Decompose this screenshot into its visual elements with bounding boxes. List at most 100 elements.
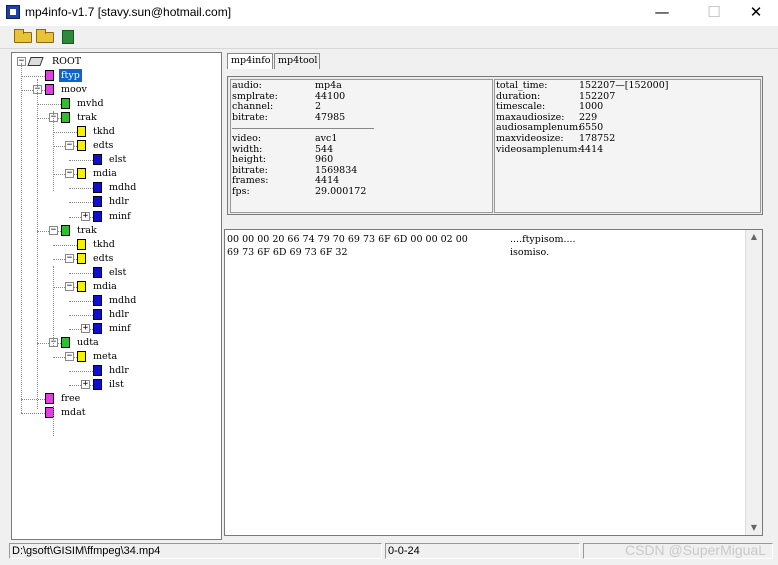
tree-node-label: hdlr (109, 196, 129, 208)
tree-node-minf[interactable]: + minf (81, 210, 201, 223)
tree-node-moov[interactable]: − moov (33, 83, 153, 96)
tree-guide (53, 111, 54, 191)
tree-node-label: trak (77, 112, 97, 124)
atom-tree[interactable]: − ROOT ftyp − moov mvhd − trak tkhd − edts elst − m… (11, 52, 222, 540)
expand-icon[interactable]: + (81, 323, 90, 333)
tree-node-trak[interactable]: − trak (49, 224, 169, 237)
atom-box-icon (77, 351, 86, 362)
tree-node-label: hdlr (109, 308, 129, 320)
atom-box-icon (77, 238, 86, 250)
info-key: total_time: (496, 80, 548, 91)
tree-node-mdat[interactable]: mdat (33, 406, 153, 419)
atom-box-icon (45, 84, 54, 96)
tree-node-mdhd[interactable]: mdhd (81, 294, 201, 307)
tree-node-label: mdia (93, 280, 117, 292)
exit-icon[interactable] (62, 30, 74, 44)
tree-node-label: moov (61, 84, 87, 96)
tree-node-label: elst (109, 266, 127, 278)
tree-node-trak[interactable]: − trak (49, 111, 169, 124)
tree-node-hdlr[interactable]: hdlr (81, 308, 201, 321)
tree-node-tkhd[interactable]: tkhd (65, 238, 185, 251)
tree-node-hdlr[interactable]: hdlr (81, 364, 201, 377)
tree-node-meta[interactable]: − meta (65, 350, 185, 363)
tree-node-mdhd[interactable]: mdhd (81, 181, 201, 194)
atom-box-icon (61, 98, 70, 110)
open-folder-icon[interactable] (36, 29, 54, 43)
tree-node-label: mvhd (77, 98, 104, 110)
tab-mp4info[interactable]: mp4info (227, 53, 273, 69)
tree-root[interactable]: − ROOT (17, 55, 117, 68)
root-icon (27, 57, 44, 66)
atom-box-icon (93, 308, 102, 320)
collapse-icon[interactable]: − (65, 253, 74, 263)
hex-bytes-line: 69 73 6F 6D 69 73 6F 32 (227, 247, 348, 258)
tree-node-label: mdhd (109, 294, 137, 306)
maximize-button[interactable]: ☐ (692, 0, 736, 26)
tree-node-edts[interactable]: − edts (65, 139, 185, 152)
tree-node-minf[interactable]: + minf (81, 322, 201, 335)
tree-node-elst[interactable]: elst (81, 266, 201, 279)
time-info-box: total_time: 152207—[152000] duration: 15220… (494, 79, 761, 213)
tree-node-tkhd[interactable]: tkhd (65, 125, 185, 138)
vertical-scrollbar[interactable]: ▲ ▼ (745, 230, 762, 535)
expand-icon[interactable]: + (81, 380, 90, 390)
tree-node-hdlr[interactable]: hdlr (81, 195, 201, 208)
atom-box-icon (77, 126, 86, 138)
tree-node-edts[interactable]: − edts (65, 252, 185, 265)
tree-node-label: trak (77, 224, 97, 236)
tree-node-ilst[interactable]: + ilst (81, 378, 201, 391)
atom-box-icon (93, 266, 102, 278)
info-value: mp4a (315, 80, 342, 91)
atom-box-icon (93, 196, 102, 208)
collapse-icon[interactable]: − (65, 281, 74, 291)
atom-box-icon (93, 365, 102, 377)
tree-node-label: edts (93, 252, 114, 264)
atom-box-icon (45, 70, 54, 81)
hex-bytes-line: 00 00 00 20 66 74 79 70 69 73 6F 6D 00 0… (227, 234, 468, 245)
collapse-icon[interactable]: − (49, 225, 58, 235)
tab-mp4tool[interactable]: mp4tool (274, 53, 320, 69)
atom-box-icon (77, 168, 86, 180)
tree-node-elst[interactable]: elst (81, 153, 201, 166)
info-key: videosamplenum: (496, 143, 581, 155)
info-value: 152207—[152000] (579, 80, 669, 91)
tree-root-label: ROOT (52, 56, 82, 67)
title-bar: mp4info-v1.7 [stavy.sun@hotmail.com] — ☐… (0, 0, 778, 26)
info-key: bitrate: (232, 111, 268, 123)
close-button[interactable]: ✕ (734, 0, 778, 26)
tree-node-free[interactable]: free (33, 392, 153, 405)
status-file-path: D:\gsoft\GISIM\ffmpeg\34.mp4 (9, 543, 382, 559)
collapse-icon[interactable]: − (65, 141, 74, 151)
scroll-up-icon[interactable]: ▲ (746, 230, 762, 244)
media-info-box: audio: mp4a smplrate: 44100 channel: 2 bitrate… (230, 79, 493, 213)
window-title: mp4info-v1.7 [stavy.sun@hotmail.com] (25, 5, 232, 19)
tree-node-label: udta (77, 336, 99, 348)
tree-guide (53, 266, 54, 346)
open-folder-icon[interactable] (14, 29, 32, 43)
info-value: 29.000172 (315, 186, 367, 197)
atom-box-icon (77, 140, 86, 152)
atom-box-icon (93, 210, 102, 222)
atom-box-icon (61, 336, 70, 348)
toolbar (0, 26, 778, 49)
watermark: CSDN @SuperMiguaL (624, 542, 766, 558)
info-key: video: (232, 133, 262, 144)
atom-box-icon (93, 154, 102, 166)
atom-box-icon (77, 280, 86, 292)
info-value: 47985 (315, 111, 346, 123)
info-value: 4414 (579, 143, 604, 155)
tree-node-label: ilst (109, 379, 124, 391)
hex-view[interactable]: 00 00 00 20 66 74 79 70 69 73 6F 6D 00 0… (224, 229, 763, 536)
minimize-button[interactable]: — (640, 0, 684, 26)
atom-box-icon (93, 182, 102, 194)
collapse-icon[interactable]: − (65, 169, 74, 179)
tree-node-mvhd[interactable]: mvhd (49, 97, 169, 110)
tree-node-mdia[interactable]: − mdia (65, 167, 185, 180)
tree-node-udta[interactable]: − udta (49, 336, 169, 349)
tree-node-ftyp[interactable]: ftyp (33, 69, 153, 82)
scroll-down-icon[interactable]: ▼ (746, 521, 762, 535)
expand-icon[interactable]: + (81, 211, 90, 221)
tree-node-mdia[interactable]: − mdia (65, 280, 185, 293)
tree-node-label: tkhd (93, 238, 115, 250)
collapse-icon[interactable]: − (65, 352, 74, 361)
